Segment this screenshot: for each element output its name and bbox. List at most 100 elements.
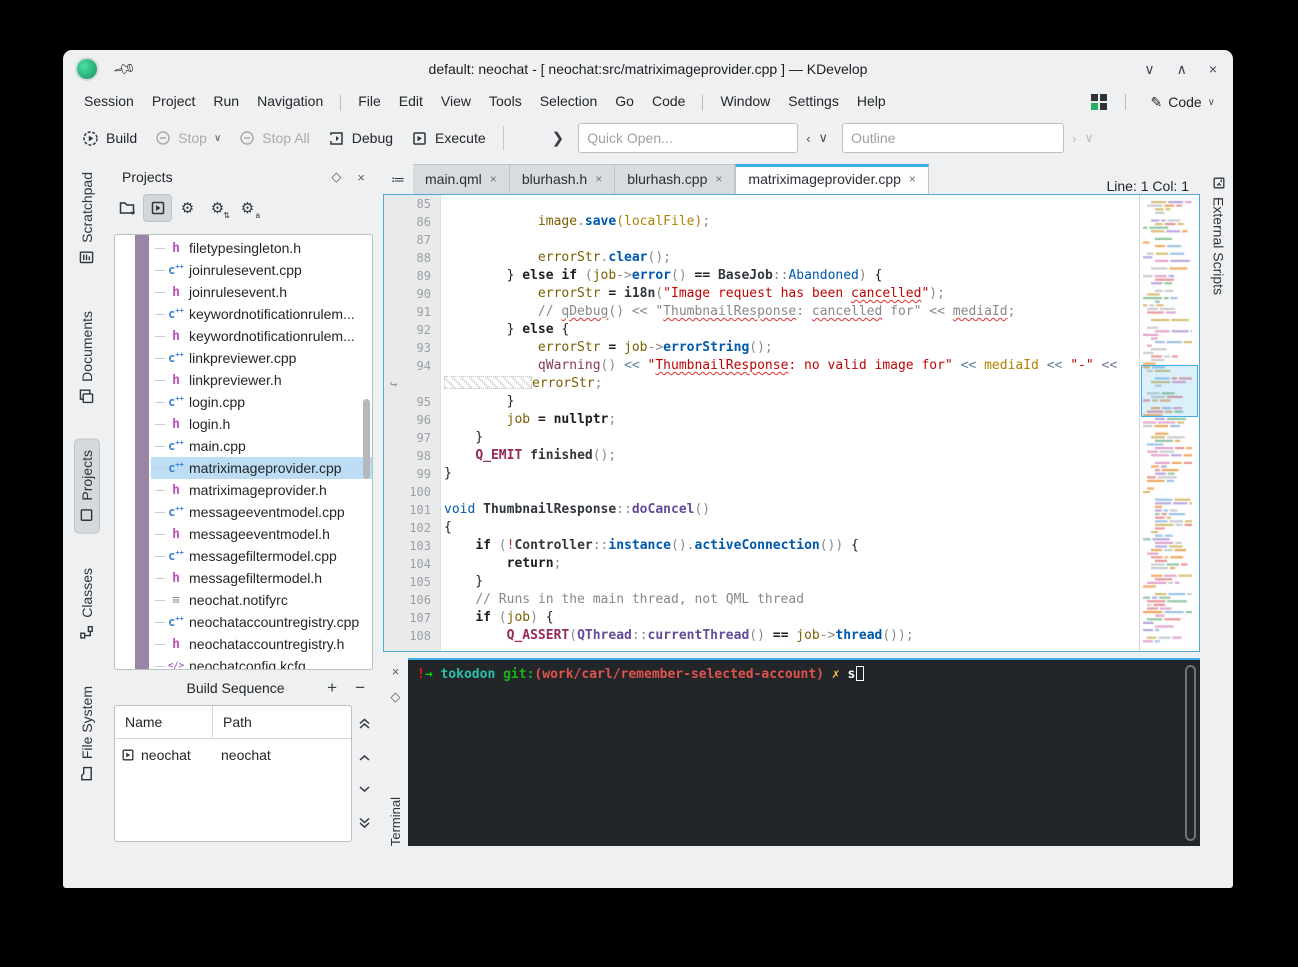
project-settings-icon[interactable]: ⚙︎a bbox=[234, 195, 261, 221]
menu-project[interactable]: Project bbox=[143, 90, 205, 112]
execute-button[interactable]: Execute bbox=[402, 124, 495, 153]
menu-edit[interactable]: Edit bbox=[390, 90, 432, 112]
tree-item-joinrulesevent-h[interactable]: hjoinrulesevent.h bbox=[151, 281, 372, 303]
tree-item-neochatconfig-kcfg[interactable]: </>neochatconfig.kcfg bbox=[151, 655, 372, 670]
tree-item-messageeventmodel-cpp[interactable]: c++messageeventmodel.cpp bbox=[151, 501, 372, 523]
terminal-close-icon[interactable]: × bbox=[392, 664, 400, 679]
quick-open-input[interactable] bbox=[578, 123, 798, 153]
line-number: 92 bbox=[384, 321, 440, 339]
minimap-viewport[interactable] bbox=[1141, 365, 1198, 417]
right-dock-tabstrip: External Scripts bbox=[1204, 162, 1233, 850]
tree-item-messageeventmodel-h[interactable]: hmessageeventmodel.h bbox=[151, 523, 372, 545]
close-tab-icon[interactable]: × bbox=[595, 172, 602, 186]
working-set-icon[interactable] bbox=[1091, 94, 1107, 110]
file-type-icon-cpp: c++ bbox=[167, 505, 185, 519]
sidebar-tab-documents[interactable]: Documents bbox=[67, 301, 107, 414]
line-number: 99 bbox=[384, 465, 440, 483]
build-sequence-table[interactable]: Name Path neochat neochat bbox=[114, 705, 352, 842]
menu-view[interactable]: View bbox=[432, 90, 480, 112]
editor-minimap[interactable] bbox=[1139, 195, 1199, 651]
remove-from-build-sequence-button[interactable]: − bbox=[355, 678, 365, 698]
tree-item-login-cpp[interactable]: c++login.cpp bbox=[151, 391, 372, 413]
configure-icon[interactable]: ⚙︎ bbox=[174, 195, 201, 221]
tab-external-scripts[interactable]: External Scripts bbox=[1204, 168, 1233, 303]
column-header-path[interactable]: Path bbox=[213, 706, 262, 738]
sidebar-tab-classes[interactable]: Classes bbox=[67, 558, 107, 650]
prompt-segment: ✗ bbox=[832, 667, 840, 682]
build-button[interactable]: Build bbox=[73, 124, 146, 153]
minimize-button[interactable]: ∨ bbox=[1144, 61, 1154, 78]
menu-file[interactable]: File bbox=[349, 90, 390, 112]
tree-item-main-cpp[interactable]: c++main.cpp bbox=[151, 435, 372, 457]
tree-item-login-h[interactable]: hlogin.h bbox=[151, 413, 372, 435]
line-number: 102 bbox=[384, 519, 440, 537]
menu-selection[interactable]: Selection bbox=[531, 90, 607, 112]
close-tab-icon[interactable]: × bbox=[490, 172, 497, 186]
maximize-button[interactable]: ∧ bbox=[1177, 61, 1187, 78]
menu-settings[interactable]: Settings bbox=[779, 90, 848, 112]
hierarchy-icon bbox=[80, 625, 95, 640]
tree-item-matriximageprovider-h[interactable]: hmatriximageprovider.h bbox=[151, 479, 372, 501]
tree-scrollbar[interactable] bbox=[363, 399, 370, 479]
sidebar-tab-scratchpad[interactable]: Scratchpad bbox=[67, 162, 107, 275]
tree-item-matriximageprovider-cpp[interactable]: c++matriximageprovider.cpp bbox=[151, 457, 372, 479]
code-line: errorStr; bbox=[444, 375, 1139, 393]
chevron-down-icon[interactable]: ∨ bbox=[819, 130, 829, 146]
menu-window[interactable]: Window bbox=[711, 90, 779, 112]
close-panel-icon[interactable]: × bbox=[357, 170, 365, 185]
outline-input[interactable] bbox=[842, 123, 1064, 153]
close-tab-icon[interactable]: × bbox=[909, 172, 916, 186]
debug-button[interactable]: Debug bbox=[319, 124, 402, 153]
quick-open-nav[interactable]: ‹ ∨ bbox=[806, 130, 828, 146]
menu-go[interactable]: Go bbox=[606, 90, 643, 112]
tree-item-neochataccountregistry-cpp[interactable]: c++neochataccountregistry.cpp bbox=[151, 611, 372, 633]
tree-item-neochat-notifyrc[interactable]: ≡neochat.notifyrc bbox=[151, 589, 372, 611]
move-up-icon[interactable] bbox=[357, 753, 372, 762]
build-selection-button[interactable] bbox=[144, 195, 171, 221]
area-switcher-button[interactable]: ✎ Code ∨ bbox=[1144, 92, 1221, 113]
editor-tab-blurhash-cpp[interactable]: blurhash.cpp× bbox=[615, 164, 735, 194]
tree-item-filetypesingleton-h[interactable]: hfiletypesingleton.h bbox=[151, 237, 372, 259]
menu-run[interactable]: Run bbox=[204, 90, 248, 112]
move-top-icon[interactable] bbox=[357, 717, 372, 731]
chevron-left-icon[interactable]: ‹ bbox=[806, 131, 810, 146]
menu-session[interactable]: Session bbox=[75, 90, 143, 112]
project-file-tree[interactable]: hfiletypesingleton.hc++joinrulesevent.cp… bbox=[114, 234, 373, 670]
open-project-button[interactable] bbox=[114, 195, 141, 221]
code-text-area[interactable]: image.save(localFile); errorStr.clear();… bbox=[441, 195, 1139, 651]
table-row[interactable]: neochat neochat bbox=[115, 739, 351, 771]
toolbar-expand-icon[interactable]: ❯ bbox=[552, 129, 565, 147]
tree-item-keywordnotificationrulem-[interactable]: hkeywordnotificationrulem... bbox=[151, 325, 372, 347]
editor-tab-main-qml[interactable]: main.qml× bbox=[413, 164, 510, 194]
menu-navigation[interactable]: Navigation bbox=[248, 90, 332, 112]
terminal-scrollbar[interactable] bbox=[1185, 665, 1196, 841]
sidebar-tab-projects[interactable]: Projects bbox=[67, 440, 107, 533]
close-tab-icon[interactable]: × bbox=[715, 172, 722, 186]
terminal-detach-icon[interactable]: ◇ bbox=[391, 689, 401, 705]
area-switcher-label: Code bbox=[1168, 94, 1201, 110]
sidebar-tab-file-system[interactable]: File System bbox=[67, 676, 107, 791]
tree-item-neochataccountregistry-h[interactable]: hneochataccountregistry.h bbox=[151, 633, 372, 655]
file-name: neochat.notifyrc bbox=[189, 592, 288, 608]
document-list-icon[interactable]: ≔ bbox=[385, 166, 411, 192]
column-header-name[interactable]: Name bbox=[115, 706, 213, 738]
menu-help[interactable]: Help bbox=[848, 90, 895, 112]
tree-item-linkpreviewer-h[interactable]: hlinkpreviewer.h bbox=[151, 369, 372, 391]
close-button[interactable]: × bbox=[1209, 61, 1217, 78]
float-panel-icon[interactable]: ◇ bbox=[331, 169, 341, 185]
tree-item-joinrulesevent-cpp[interactable]: c++joinrulesevent.cpp bbox=[151, 259, 372, 281]
add-to-build-sequence-button[interactable]: + bbox=[327, 678, 337, 698]
editor-tab-blurhash-h[interactable]: blurhash.h× bbox=[510, 164, 615, 194]
reload-projects-icon[interactable]: ⚙︎⇅ bbox=[204, 195, 231, 221]
move-bottom-icon[interactable] bbox=[357, 816, 372, 830]
code-editor[interactable]: 85868788899091929394↪9596979899100101102… bbox=[383, 194, 1200, 652]
terminal-screen[interactable]: !→ tokodon git:(work/carl/remember-selec… bbox=[408, 658, 1200, 846]
editor-tab-matriximageprovider-cpp[interactable]: matriximageprovider.cpp× bbox=[735, 164, 929, 194]
tree-item-messagefiltermodel-h[interactable]: hmessagefiltermodel.h bbox=[151, 567, 372, 589]
tree-item-messagefiltermodel-cpp[interactable]: c++messagefiltermodel.cpp bbox=[151, 545, 372, 567]
tree-item-keywordnotificationrulem-[interactable]: c++keywordnotificationrulem... bbox=[151, 303, 372, 325]
menu-code[interactable]: Code bbox=[643, 90, 694, 112]
tree-item-linkpreviewer-cpp[interactable]: c++linkpreviewer.cpp bbox=[151, 347, 372, 369]
move-down-icon[interactable] bbox=[357, 785, 372, 794]
menu-tools[interactable]: Tools bbox=[480, 90, 531, 112]
